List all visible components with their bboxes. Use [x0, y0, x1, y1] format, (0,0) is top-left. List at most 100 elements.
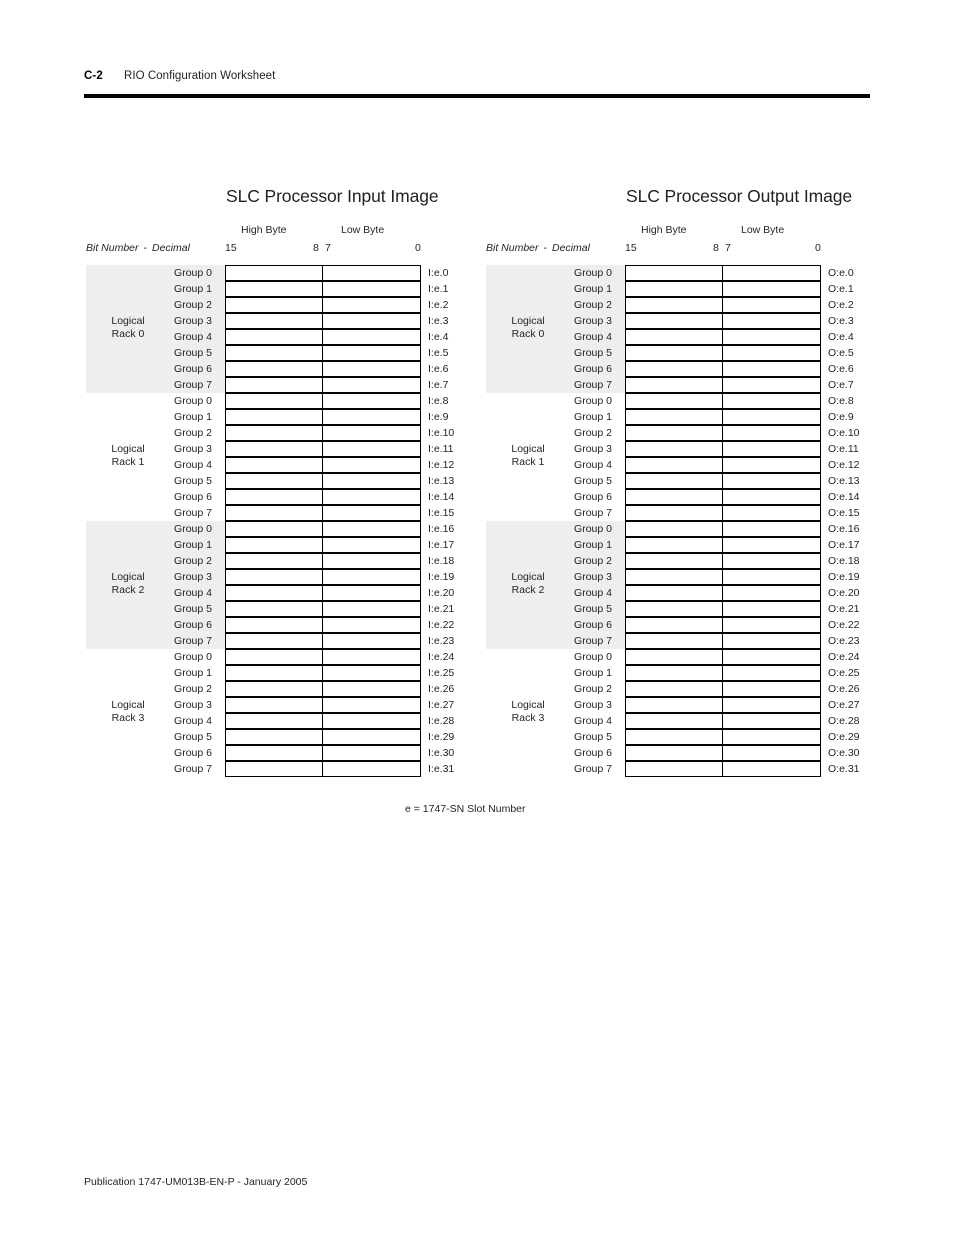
high-byte-cell[interactable]: [625, 553, 723, 569]
low-byte-cell[interactable]: [722, 729, 821, 745]
high-byte-cell[interactable]: [225, 729, 323, 745]
low-byte-cell[interactable]: [722, 345, 821, 361]
high-byte-cell[interactable]: [225, 713, 323, 729]
low-byte-cell[interactable]: [722, 537, 821, 553]
high-byte-cell[interactable]: [225, 297, 323, 313]
low-byte-cell[interactable]: [722, 713, 821, 729]
low-byte-cell[interactable]: [722, 601, 821, 617]
high-byte-cell[interactable]: [225, 761, 323, 777]
low-byte-cell[interactable]: [322, 425, 421, 441]
high-byte-cell[interactable]: [625, 713, 723, 729]
low-byte-cell[interactable]: [322, 329, 421, 345]
high-byte-cell[interactable]: [225, 649, 323, 665]
high-byte-cell[interactable]: [225, 585, 323, 601]
high-byte-cell[interactable]: [225, 489, 323, 505]
high-byte-cell[interactable]: [225, 665, 323, 681]
low-byte-cell[interactable]: [322, 313, 421, 329]
low-byte-cell[interactable]: [722, 633, 821, 649]
high-byte-cell[interactable]: [625, 585, 723, 601]
low-byte-cell[interactable]: [322, 441, 421, 457]
low-byte-cell[interactable]: [722, 569, 821, 585]
high-byte-cell[interactable]: [625, 409, 723, 425]
high-byte-cell[interactable]: [225, 457, 323, 473]
low-byte-cell[interactable]: [322, 601, 421, 617]
high-byte-cell[interactable]: [225, 425, 323, 441]
low-byte-cell[interactable]: [322, 345, 421, 361]
high-byte-cell[interactable]: [225, 473, 323, 489]
low-byte-cell[interactable]: [322, 297, 421, 313]
high-byte-cell[interactable]: [625, 361, 723, 377]
low-byte-cell[interactable]: [322, 681, 421, 697]
high-byte-cell[interactable]: [225, 569, 323, 585]
low-byte-cell[interactable]: [322, 377, 421, 393]
high-byte-cell[interactable]: [625, 393, 723, 409]
low-byte-cell[interactable]: [722, 313, 821, 329]
high-byte-cell[interactable]: [225, 745, 323, 761]
low-byte-cell[interactable]: [322, 585, 421, 601]
low-byte-cell[interactable]: [722, 681, 821, 697]
low-byte-cell[interactable]: [722, 553, 821, 569]
low-byte-cell[interactable]: [322, 265, 421, 281]
high-byte-cell[interactable]: [625, 569, 723, 585]
high-byte-cell[interactable]: [225, 409, 323, 425]
high-byte-cell[interactable]: [625, 281, 723, 297]
high-byte-cell[interactable]: [625, 313, 723, 329]
low-byte-cell[interactable]: [722, 281, 821, 297]
low-byte-cell[interactable]: [722, 489, 821, 505]
low-byte-cell[interactable]: [322, 713, 421, 729]
low-byte-cell[interactable]: [322, 633, 421, 649]
high-byte-cell[interactable]: [625, 265, 723, 281]
high-byte-cell[interactable]: [625, 601, 723, 617]
low-byte-cell[interactable]: [322, 473, 421, 489]
low-byte-cell[interactable]: [722, 505, 821, 521]
high-byte-cell[interactable]: [625, 441, 723, 457]
low-byte-cell[interactable]: [322, 457, 421, 473]
high-byte-cell[interactable]: [625, 425, 723, 441]
low-byte-cell[interactable]: [322, 537, 421, 553]
high-byte-cell[interactable]: [225, 521, 323, 537]
high-byte-cell[interactable]: [625, 329, 723, 345]
low-byte-cell[interactable]: [322, 665, 421, 681]
low-byte-cell[interactable]: [322, 281, 421, 297]
high-byte-cell[interactable]: [225, 361, 323, 377]
high-byte-cell[interactable]: [625, 729, 723, 745]
low-byte-cell[interactable]: [722, 441, 821, 457]
low-byte-cell[interactable]: [722, 745, 821, 761]
high-byte-cell[interactable]: [625, 745, 723, 761]
high-byte-cell[interactable]: [225, 633, 323, 649]
low-byte-cell[interactable]: [322, 505, 421, 521]
low-byte-cell[interactable]: [322, 745, 421, 761]
low-byte-cell[interactable]: [722, 457, 821, 473]
low-byte-cell[interactable]: [722, 697, 821, 713]
low-byte-cell[interactable]: [322, 489, 421, 505]
high-byte-cell[interactable]: [625, 377, 723, 393]
high-byte-cell[interactable]: [625, 761, 723, 777]
low-byte-cell[interactable]: [722, 393, 821, 409]
high-byte-cell[interactable]: [625, 697, 723, 713]
high-byte-cell[interactable]: [225, 281, 323, 297]
high-byte-cell[interactable]: [225, 377, 323, 393]
low-byte-cell[interactable]: [722, 585, 821, 601]
high-byte-cell[interactable]: [225, 617, 323, 633]
low-byte-cell[interactable]: [322, 569, 421, 585]
low-byte-cell[interactable]: [322, 697, 421, 713]
high-byte-cell[interactable]: [625, 473, 723, 489]
low-byte-cell[interactable]: [722, 329, 821, 345]
high-byte-cell[interactable]: [225, 313, 323, 329]
low-byte-cell[interactable]: [322, 617, 421, 633]
high-byte-cell[interactable]: [625, 649, 723, 665]
low-byte-cell[interactable]: [322, 761, 421, 777]
low-byte-cell[interactable]: [722, 377, 821, 393]
high-byte-cell[interactable]: [225, 329, 323, 345]
high-byte-cell[interactable]: [225, 537, 323, 553]
high-byte-cell[interactable]: [225, 265, 323, 281]
high-byte-cell[interactable]: [625, 521, 723, 537]
high-byte-cell[interactable]: [625, 633, 723, 649]
high-byte-cell[interactable]: [625, 537, 723, 553]
low-byte-cell[interactable]: [322, 521, 421, 537]
low-byte-cell[interactable]: [322, 729, 421, 745]
high-byte-cell[interactable]: [225, 681, 323, 697]
high-byte-cell[interactable]: [625, 297, 723, 313]
high-byte-cell[interactable]: [625, 345, 723, 361]
high-byte-cell[interactable]: [625, 681, 723, 697]
